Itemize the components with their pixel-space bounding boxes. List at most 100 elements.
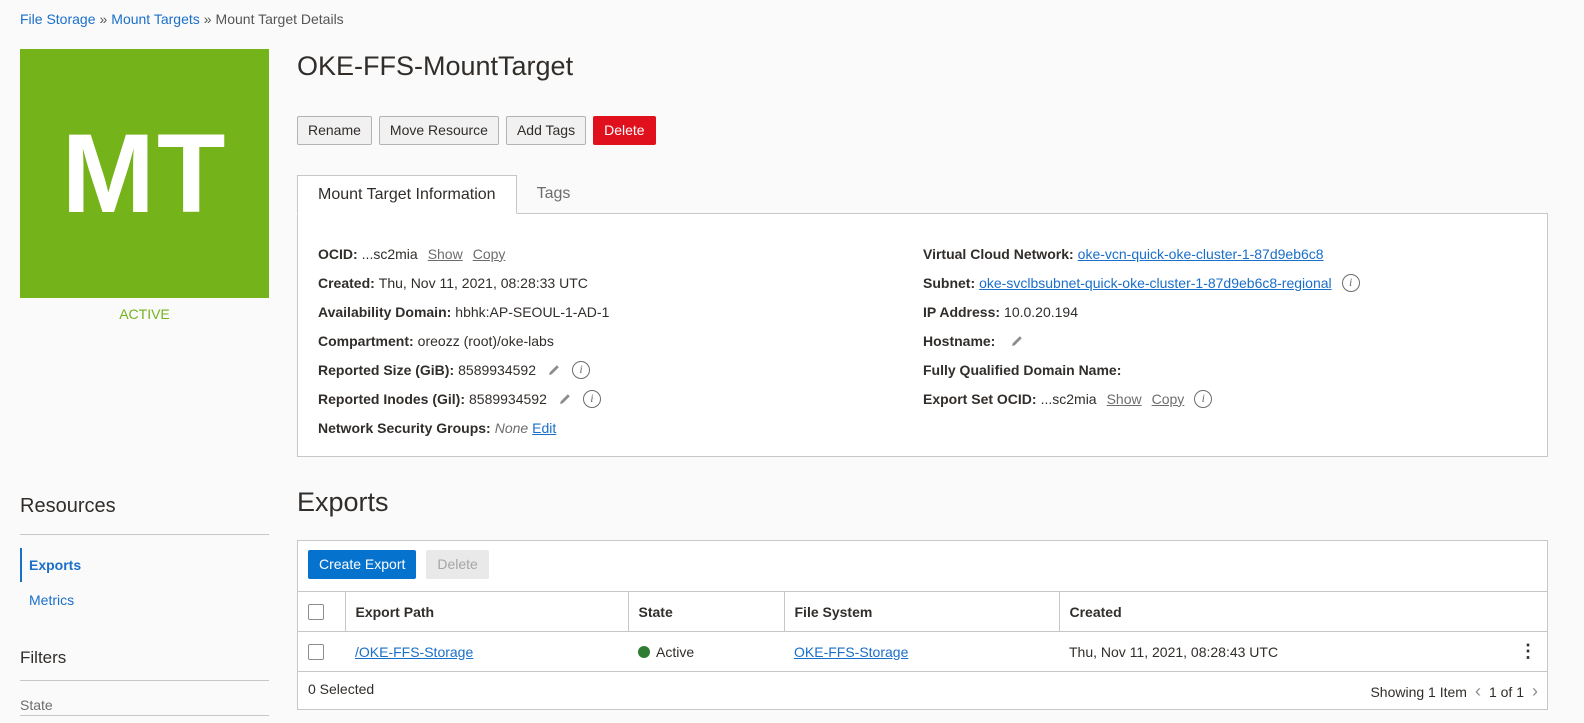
create-export-button[interactable]: Create Export [308, 550, 417, 579]
export-path-link[interactable]: /OKE-FFS-Storage [355, 644, 473, 660]
exports-toolbar: Create Export Delete [308, 550, 489, 579]
created-row: Created: Thu, Nov 11, 2021, 08:28:33 UTC [318, 268, 609, 297]
page-title: OKE-FFS-MountTarget [297, 51, 574, 81]
add-tags-button[interactable]: Add Tags [505, 116, 587, 145]
kebab-menu-icon[interactable]: ⋮ [1519, 642, 1537, 660]
delete-button[interactable]: Delete [593, 116, 656, 145]
info-right-column: Virtual Cloud Network: oke-vcn-quick-oke… [923, 239, 1360, 413]
sidebar-item-metrics[interactable]: Metrics [20, 583, 269, 617]
breadcrumb-mount-targets[interactable]: Mount Targets [111, 11, 199, 27]
resources-heading: Resources [20, 495, 116, 517]
column-state[interactable]: State [628, 591, 785, 632]
showing-count: Showing 1 Item [1370, 683, 1467, 700]
subnet-label: Subnet: [923, 274, 976, 291]
file-system-cell: OKE-FFS-Storage [784, 631, 1059, 672]
subnet-link[interactable]: oke-svclbsubnet-quick-oke-cluster-1-87d9… [979, 275, 1332, 291]
availability-domain-label: Availability Domain: [318, 303, 452, 320]
nsg-row: Network Security Groups: None Edit [318, 413, 609, 442]
divider [20, 680, 269, 681]
chevron-left-icon[interactable]: ‹ [1475, 681, 1481, 702]
subnet-row: Subnet: oke-svclbsubnet-quick-oke-cluste… [923, 268, 1360, 297]
move-resource-button[interactable]: Move Resource [378, 116, 499, 145]
breadcrumb-current: Mount Target Details [215, 11, 344, 27]
hostname-label: Hostname: [923, 332, 996, 349]
compartment-label: Compartment: [318, 332, 414, 349]
export-set-copy-link[interactable]: Copy [1152, 391, 1185, 407]
select-all-checkbox[interactable] [308, 604, 324, 621]
pencil-icon[interactable] [546, 362, 562, 378]
breadcrumb-separator: » [99, 11, 108, 27]
export-path-cell: /OKE-FFS-Storage [345, 631, 628, 672]
ocid-value: ...sc2mia [361, 245, 418, 262]
created-label: Created: [318, 274, 375, 291]
export-set-show-link[interactable]: Show [1107, 391, 1142, 407]
export-set-row: Export Set OCID: ...sc2mia Show Copy i [923, 384, 1360, 413]
sidebar-item-exports[interactable]: Exports [20, 548, 269, 582]
export-set-value: ...sc2mia [1040, 390, 1097, 407]
select-all-cell [298, 591, 346, 632]
nsg-edit-link[interactable]: Edit [532, 420, 556, 436]
availability-domain-value: hbhk:AP-SEOUL-1-AD-1 [455, 303, 610, 320]
created-value: Thu, Nov 11, 2021, 08:28:43 UTC [1069, 643, 1279, 660]
ocid-row: OCID: ...sc2mia Show Copy [318, 239, 609, 268]
table-header-row: Export Path State File System Created [298, 591, 1547, 632]
state-filter-label: State [20, 697, 53, 713]
tab-tags[interactable]: Tags [517, 175, 591, 214]
pencil-icon[interactable] [1009, 333, 1025, 349]
selected-count: 0 Selected [308, 681, 375, 697]
info-icon[interactable]: i [582, 389, 601, 408]
reported-inodes-row: Reported Inodes (Gil): 8589934592 i [318, 384, 609, 413]
info-icon[interactable]: i [1341, 273, 1360, 292]
state-value: Active [656, 643, 695, 660]
nsg-label: Network Security Groups: [318, 419, 491, 436]
chevron-right-icon[interactable]: › [1532, 681, 1538, 702]
hostname-row: Hostname: [923, 326, 1360, 355]
column-export-path[interactable]: Export Path [345, 591, 629, 632]
ip-address-label: IP Address: [923, 303, 1001, 320]
reported-size-label: Reported Size (GiB): [318, 361, 455, 378]
divider [20, 715, 269, 716]
info-icon[interactable]: i [572, 360, 590, 379]
export-set-label: Export Set OCID: [923, 390, 1037, 407]
vcn-row: Virtual Cloud Network: oke-vcn-quick-oke… [923, 239, 1360, 268]
row-checkbox[interactable] [308, 644, 324, 661]
rename-button[interactable]: Rename [297, 116, 372, 145]
file-system-link[interactable]: OKE-FFS-Storage [794, 644, 908, 660]
page-indicator: 1 of 1 [1488, 683, 1524, 700]
breadcrumb: File Storage» Mount Targets» Mount Target … [20, 11, 344, 27]
reported-inodes-label: Reported Inodes (Gil): [318, 390, 465, 407]
fqdn-label: Fully Qualified Domain Name: [923, 361, 1122, 378]
exports-heading: Exports [297, 487, 389, 517]
exports-table-panel: Create Export Delete Export Path State F… [297, 540, 1548, 710]
row-select-cell [298, 631, 345, 672]
pencil-icon[interactable] [557, 391, 573, 407]
compartment-value: oreozz (root)/oke-labs [417, 332, 554, 349]
resource-badge: MT [20, 49, 269, 298]
created-value: Thu, Nov 11, 2021, 08:28:33 UTC [378, 274, 588, 291]
vcn-label: Virtual Cloud Network: [923, 245, 1074, 262]
column-created[interactable]: Created [1059, 591, 1547, 632]
filters-heading: Filters [20, 648, 67, 667]
tab-mount-target-information[interactable]: Mount Target Information [297, 175, 517, 214]
fqdn-row: Fully Qualified Domain Name: [923, 355, 1360, 384]
vcn-link[interactable]: oke-vcn-quick-oke-cluster-1-87d9eb6c8 [1078, 246, 1324, 262]
ocid-show-link[interactable]: Show [428, 246, 463, 262]
column-file-system[interactable]: File System [784, 591, 1060, 632]
breadcrumb-separator: » [203, 11, 212, 27]
status-dot-icon [638, 645, 650, 658]
info-icon[interactable]: i [1194, 389, 1213, 408]
compartment-row: Compartment: oreozz (root)/oke-labs [318, 326, 609, 355]
reported-size-value: 8589934592 [458, 361, 536, 378]
action-bar: Rename Move Resource Add Tags Delete [297, 116, 656, 145]
info-left-column: OCID: ...sc2mia Show Copy Created: Thu, … [318, 239, 609, 442]
table-footer: 0 Selected Showing 1 Item ‹ 1 of 1 › [308, 681, 1538, 702]
ocid-copy-link[interactable]: Copy [473, 246, 506, 262]
ocid-label: OCID: [318, 245, 358, 262]
ip-address-value: 10.0.20.194 [1004, 303, 1078, 320]
mount-target-info-panel: OCID: ...sc2mia Show Copy Created: Thu, … [297, 213, 1548, 457]
pagination: Showing 1 Item ‹ 1 of 1 › [1370, 681, 1538, 702]
breadcrumb-file-storage[interactable]: File Storage [20, 11, 95, 27]
nsg-value: None [494, 419, 529, 436]
delete-export-button[interactable]: Delete [426, 550, 489, 579]
created-cell: Thu, Nov 11, 2021, 08:28:43 UTC ⋮ [1059, 631, 1547, 672]
